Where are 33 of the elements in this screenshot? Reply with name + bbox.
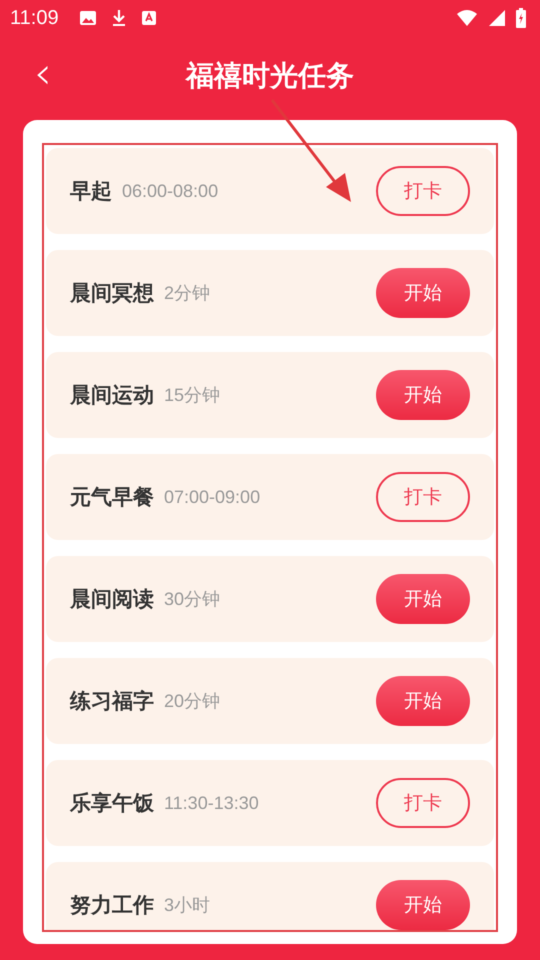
start-button[interactable]: 开始 — [376, 268, 470, 318]
image-icon — [78, 10, 97, 26]
task-detail: 06:00-08:00 — [122, 180, 218, 202]
start-button[interactable]: 开始 — [376, 676, 470, 726]
task-detail: 2分钟 — [164, 282, 210, 305]
start-button[interactable]: 开始 — [376, 574, 470, 624]
wifi-icon — [456, 9, 478, 27]
task-detail: 07:00-09:00 — [164, 486, 260, 508]
task-name: 元气早餐 — [70, 484, 154, 511]
task-name: 练习福字 — [70, 688, 154, 715]
page-title: 福禧时光任务 — [186, 58, 354, 94]
check-in-button[interactable]: 打卡 — [376, 166, 470, 216]
task-detail: 15分钟 — [164, 384, 220, 407]
start-button[interactable]: 开始 — [376, 370, 470, 420]
task-detail: 30分钟 — [164, 588, 220, 611]
start-button[interactable]: 开始 — [376, 880, 470, 930]
check-in-button[interactable]: 打卡 — [376, 778, 470, 828]
task-name: 早起 — [70, 178, 112, 205]
signal-icon — [488, 9, 506, 27]
task-detail: 20分钟 — [164, 690, 220, 713]
check-in-button[interactable]: 打卡 — [376, 472, 470, 522]
task-name: 努力工作 — [70, 892, 154, 919]
task-name: 乐享午饭 — [70, 790, 154, 817]
task-name: 晨间阅读 — [70, 586, 154, 613]
app-notification-icon — [140, 10, 157, 26]
status-time: 11:09 — [10, 6, 59, 30]
task-detail: 3小时 — [164, 894, 210, 917]
back-button[interactable]: ‹ — [28, 52, 58, 96]
task-name: 晨间冥想 — [70, 280, 154, 307]
task-name: 晨间运动 — [70, 382, 154, 409]
task-detail: 11:30-13:30 — [164, 792, 259, 814]
download-icon — [110, 9, 127, 27]
battery-icon — [516, 8, 526, 28]
